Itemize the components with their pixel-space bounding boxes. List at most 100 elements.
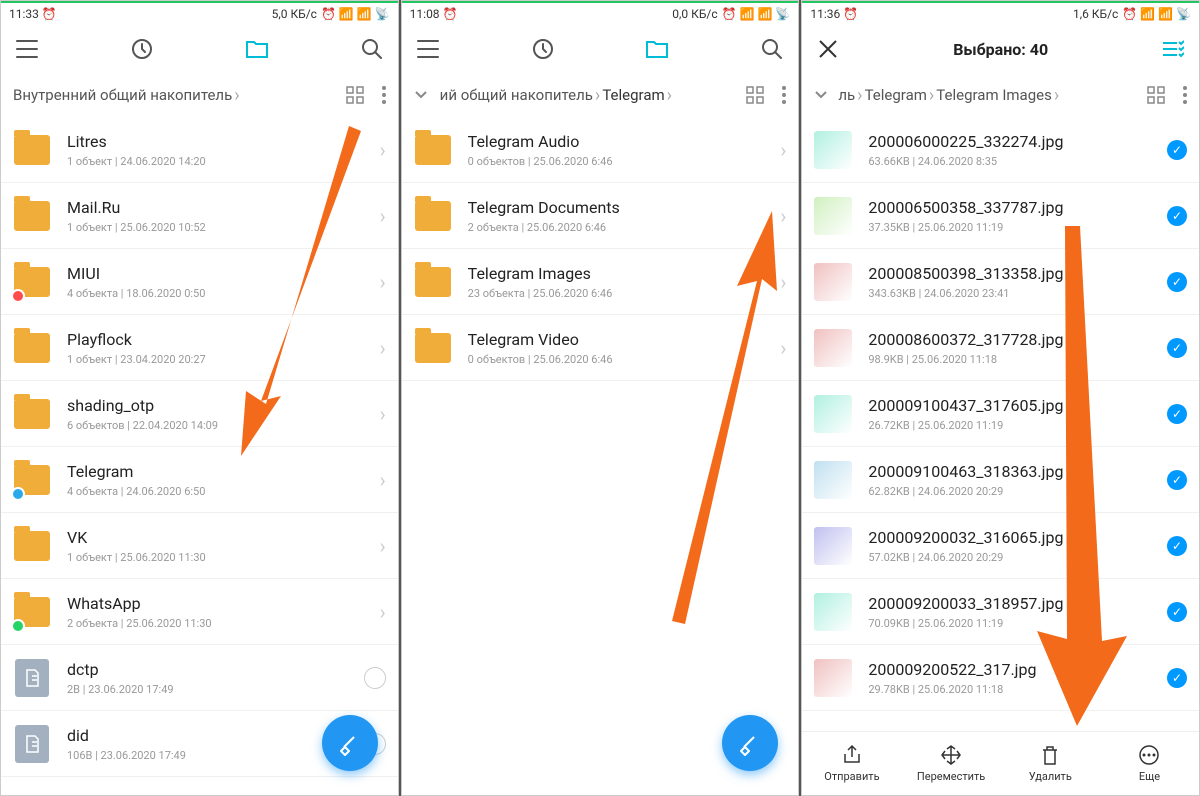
check-icon[interactable]: ✓ <box>1167 536 1187 556</box>
item-name: 200009200032_316065.jpg <box>868 528 1167 547</box>
grid-view-icon[interactable] <box>346 86 364 104</box>
back-chevron-icon[interactable] <box>414 90 428 100</box>
item-name: Mail.Ru <box>67 198 380 217</box>
list-item[interactable]: MIUI4 объекта | 18.06.2020 0:50› <box>1 249 398 315</box>
folder-tab-icon[interactable] <box>245 37 269 61</box>
check-icon[interactable]: ✓ <box>1167 272 1187 292</box>
item-meta: 57.02KB | 24.06.2020 20:29 <box>868 551 1167 564</box>
list-item[interactable]: Litres1 объект | 24.06.2020 14:20› <box>1 117 398 183</box>
check-icon[interactable]: ✓ <box>1167 668 1187 688</box>
grid-view-icon[interactable] <box>1147 86 1165 104</box>
item-meta: 343.63KB | 24.06.2020 23:41 <box>868 287 1167 300</box>
item-meta: 0 объектов | 25.06.2020 6:46 <box>468 353 781 366</box>
check-icon[interactable]: ✓ <box>1167 602 1187 622</box>
hamburger-icon[interactable] <box>15 37 39 61</box>
list-item[interactable]: Telegram Documents2 объекта | 25.06.2020… <box>402 183 799 249</box>
item-name: 200009200033_318957.jpg <box>868 594 1167 613</box>
chevron-right-icon: › <box>380 138 386 162</box>
move-button[interactable]: Переместить <box>902 732 1001 795</box>
close-icon[interactable] <box>816 37 840 61</box>
item-meta: 37.35KB | 25.06.2020 11:19 <box>868 221 1167 234</box>
item-name: Playflock <box>67 330 380 349</box>
item-meta: 70.09KB | 25.06.2020 11:19 <box>868 617 1167 630</box>
check-icon[interactable]: ✓ <box>1167 338 1187 358</box>
list-item[interactable]: Mail.Ru1 объект | 25.06.2020 10:52› <box>1 183 398 249</box>
list-item[interactable]: 200009200033_318957.jpg 70.09KB | 25.06.2… <box>802 579 1199 645</box>
list-item[interactable]: WhatsApp2 объекта | 25.06.2020 11:30› <box>1 579 398 645</box>
breadcrumb[interactable]: ий общий накопитель › Telegram › <box>402 73 799 117</box>
item-name: 200009100463_318363.jpg <box>868 462 1167 481</box>
filelist[interactable]: Telegram Audio0 объектов | 25.06.2020 6:… <box>402 117 799 795</box>
radio-select[interactable] <box>364 667 386 689</box>
item-meta: 4 объекта | 18.06.2020 0:50 <box>67 287 380 300</box>
statusbar: 11:33 ⏰ 5,0 КБ/с ⏰ 📶 📶 📡 <box>1 1 398 25</box>
folder-tab-icon[interactable] <box>645 37 669 61</box>
list-item[interactable]: Telegram Video 0 объектов | 25.06.2020 6:… <box>402 315 799 381</box>
check-icon[interactable]: ✓ <box>1167 404 1187 424</box>
chevron-right-icon: › <box>380 336 386 360</box>
more-vertical-icon[interactable] <box>1183 86 1187 104</box>
list-item[interactable]: shading_otp 6 объектов | 22.04.2020 14:09… <box>1 381 398 447</box>
history-icon[interactable] <box>130 37 154 61</box>
check-icon[interactable]: ✓ <box>1167 206 1187 226</box>
list-item[interactable]: 200008500398_313358.jpg 343.63KB | 24.06.… <box>802 249 1199 315</box>
item-name: 200008500398_313358.jpg <box>868 264 1167 283</box>
check-icon[interactable]: ✓ <box>1167 140 1187 160</box>
delete-button[interactable]: Удалить <box>1001 732 1100 795</box>
list-item[interactable]: 200006000225_332274.jpg63.66KB | 24.06.2… <box>802 117 1199 183</box>
list-item[interactable]: VK1 объект | 25.06.2020 11:30› <box>1 513 398 579</box>
list-item[interactable]: 200009200032_316065.jpg 57.02KB | 24.06.2… <box>802 513 1199 579</box>
list-item[interactable]: 200009200522_317.jpg29.78KB | 25.06.2020… <box>802 645 1199 711</box>
item-name: 200008600372_317728.jpg <box>868 330 1167 349</box>
more-vertical-icon[interactable] <box>382 86 386 104</box>
item-name: Telegram Video <box>468 330 781 349</box>
item-meta: 4 объекта | 24.06.2020 6:50 <box>67 485 380 498</box>
item-name: 200009100437_317605.jpg <box>868 396 1167 415</box>
back-chevron-icon[interactable] <box>814 90 828 100</box>
more-label: Еще <box>1139 770 1160 783</box>
breadcrumb-part: Telegram <box>602 86 664 104</box>
item-name: 200006500358_337787.jpg <box>868 198 1167 217</box>
file-icon <box>13 659 51 697</box>
statusbar: 11:36 ⏰ 1,6 КБ/с ⏰ 📶 📶 📡 <box>802 1 1199 25</box>
item-name: shading_otp <box>67 396 380 415</box>
clean-fab[interactable] <box>722 715 778 771</box>
clean-fab[interactable] <box>322 715 378 771</box>
history-icon[interactable] <box>531 37 555 61</box>
breadcrumb[interactable]: Внутренний общий накопитель › <box>1 73 398 117</box>
filelist[interactable]: 200006000225_332274.jpg63.66KB | 24.06.2… <box>802 117 1199 731</box>
hamburger-icon[interactable] <box>416 37 440 61</box>
list-item[interactable]: 200006500358_337787.jpg 37.35KB | 25.06.2… <box>802 183 1199 249</box>
chevron-right-icon: › <box>380 468 386 492</box>
item-meta: 2 объекта | 25.06.2020 6:46 <box>468 221 781 234</box>
item-name: VK <box>67 528 380 547</box>
more-vertical-icon[interactable] <box>782 86 786 104</box>
grid-view-icon[interactable] <box>746 86 764 104</box>
image-thumbnail <box>814 329 852 367</box>
breadcrumb-part: ль <box>838 86 855 104</box>
search-icon[interactable] <box>760 37 784 61</box>
item-meta: 6 объектов | 22.04.2020 14:09 <box>67 419 380 432</box>
check-icon[interactable]: ✓ <box>1167 470 1187 490</box>
list-item[interactable]: 200008600372_317728.jpg98.9KB | 25.06.20… <box>802 315 1199 381</box>
list-item[interactable]: 200009100463_318363.jpg62.82KB | 24.06.2… <box>802 447 1199 513</box>
list-item[interactable]: dctp2B | 23.06.2020 17:49 <box>1 645 398 711</box>
list-item[interactable]: Playflock1 объект | 23.04.2020 20:27› <box>1 315 398 381</box>
chevron-right-icon: › <box>780 270 786 294</box>
folder-icon <box>414 263 452 301</box>
more-button[interactable]: Еще <box>1100 732 1199 795</box>
folder-icon <box>13 329 51 367</box>
list-item[interactable]: 200009100437_317605.jpg26.72KB | 25.06.2… <box>802 381 1199 447</box>
list-item[interactable]: Telegram Audio0 объектов | 25.06.2020 6:… <box>402 117 799 183</box>
list-item[interactable]: Telegram Images23 объекта | 25.06.2020 6… <box>402 249 799 315</box>
send-button[interactable]: Отправить <box>802 732 901 795</box>
search-icon[interactable] <box>360 37 384 61</box>
select-all-icon[interactable] <box>1161 37 1185 61</box>
topbar <box>402 25 799 73</box>
chevron-right-icon: › <box>234 85 239 106</box>
filelist[interactable]: Litres1 объект | 24.06.2020 14:20›Mail.R… <box>1 117 398 795</box>
list-item[interactable]: Telegram4 объекта | 24.06.2020 6:50› <box>1 447 398 513</box>
breadcrumb[interactable]: ль › Telegram › Telegram Images › <box>802 73 1199 117</box>
breadcrumb-part: ий общий накопитель <box>440 86 593 104</box>
folder-icon <box>13 593 51 631</box>
